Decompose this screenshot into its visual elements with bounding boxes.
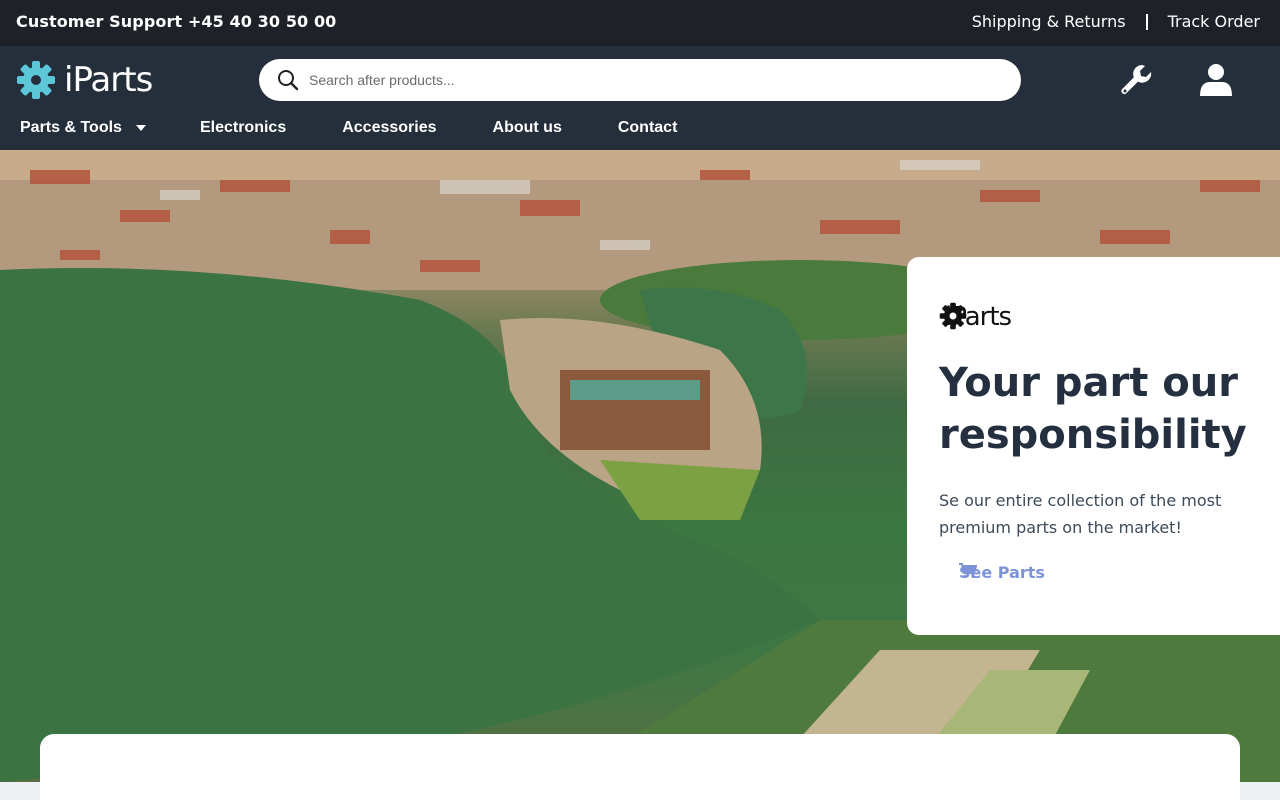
logo-gear-icon (17, 61, 55, 99)
see-parts-button[interactable]: See Parts (959, 563, 1059, 582)
site-header: iParts Parts & Tools Electronics Accesso… (0, 46, 1280, 150)
search-input[interactable] (309, 59, 989, 101)
caret-down-icon (135, 125, 146, 131)
nav-label: Accessories (342, 119, 437, 136)
top-bar: Customer Support +45 40 30 50 00 Shippin… (0, 0, 1280, 46)
hero-description: Se our entire collection of the most pre… (939, 491, 1222, 537)
logo-text: iParts (64, 60, 153, 100)
divider (1145, 13, 1148, 30)
search-bar (259, 59, 1021, 101)
logo-gear-icon (939, 302, 967, 330)
search-icon[interactable] (277, 69, 299, 91)
nav-electronics[interactable]: Electronics (200, 119, 286, 137)
wrench-icon[interactable] (1118, 62, 1154, 98)
main-nav: Parts & Tools Electronics Accessories Ab… (0, 114, 677, 142)
nav-accessories[interactable]: Accessories (342, 119, 436, 137)
track-order-link[interactable]: Track Order (1168, 12, 1260, 31)
nav-about-us[interactable]: About us (493, 119, 562, 137)
top-links: Shipping & Returns Track Order (972, 12, 1260, 31)
hero-card: iParts Your part our responsibility Se o… (907, 257, 1280, 635)
nav-contact[interactable]: Contact (618, 119, 678, 137)
card-logo: iParts (939, 302, 1012, 332)
customer-support-text: Customer Support +45 40 30 50 00 (16, 12, 337, 31)
shipping-returns-link[interactable]: Shipping & Returns (972, 12, 1126, 31)
nav-parts-tools[interactable]: Parts & Tools (20, 119, 146, 137)
nav-label: About us (492, 119, 562, 136)
hero-banner: iParts Your part our responsibility Se o… (0, 150, 1280, 782)
nav-label: Parts & Tools (20, 119, 122, 136)
logo[interactable]: iParts (16, 60, 153, 100)
user-icon[interactable] (1198, 62, 1234, 98)
nav-label: Contact (617, 119, 678, 136)
hero-headline: Your part our responsibility (939, 360, 1247, 458)
nav-label: Electronics (199, 119, 287, 136)
content-panel (40, 734, 1240, 800)
